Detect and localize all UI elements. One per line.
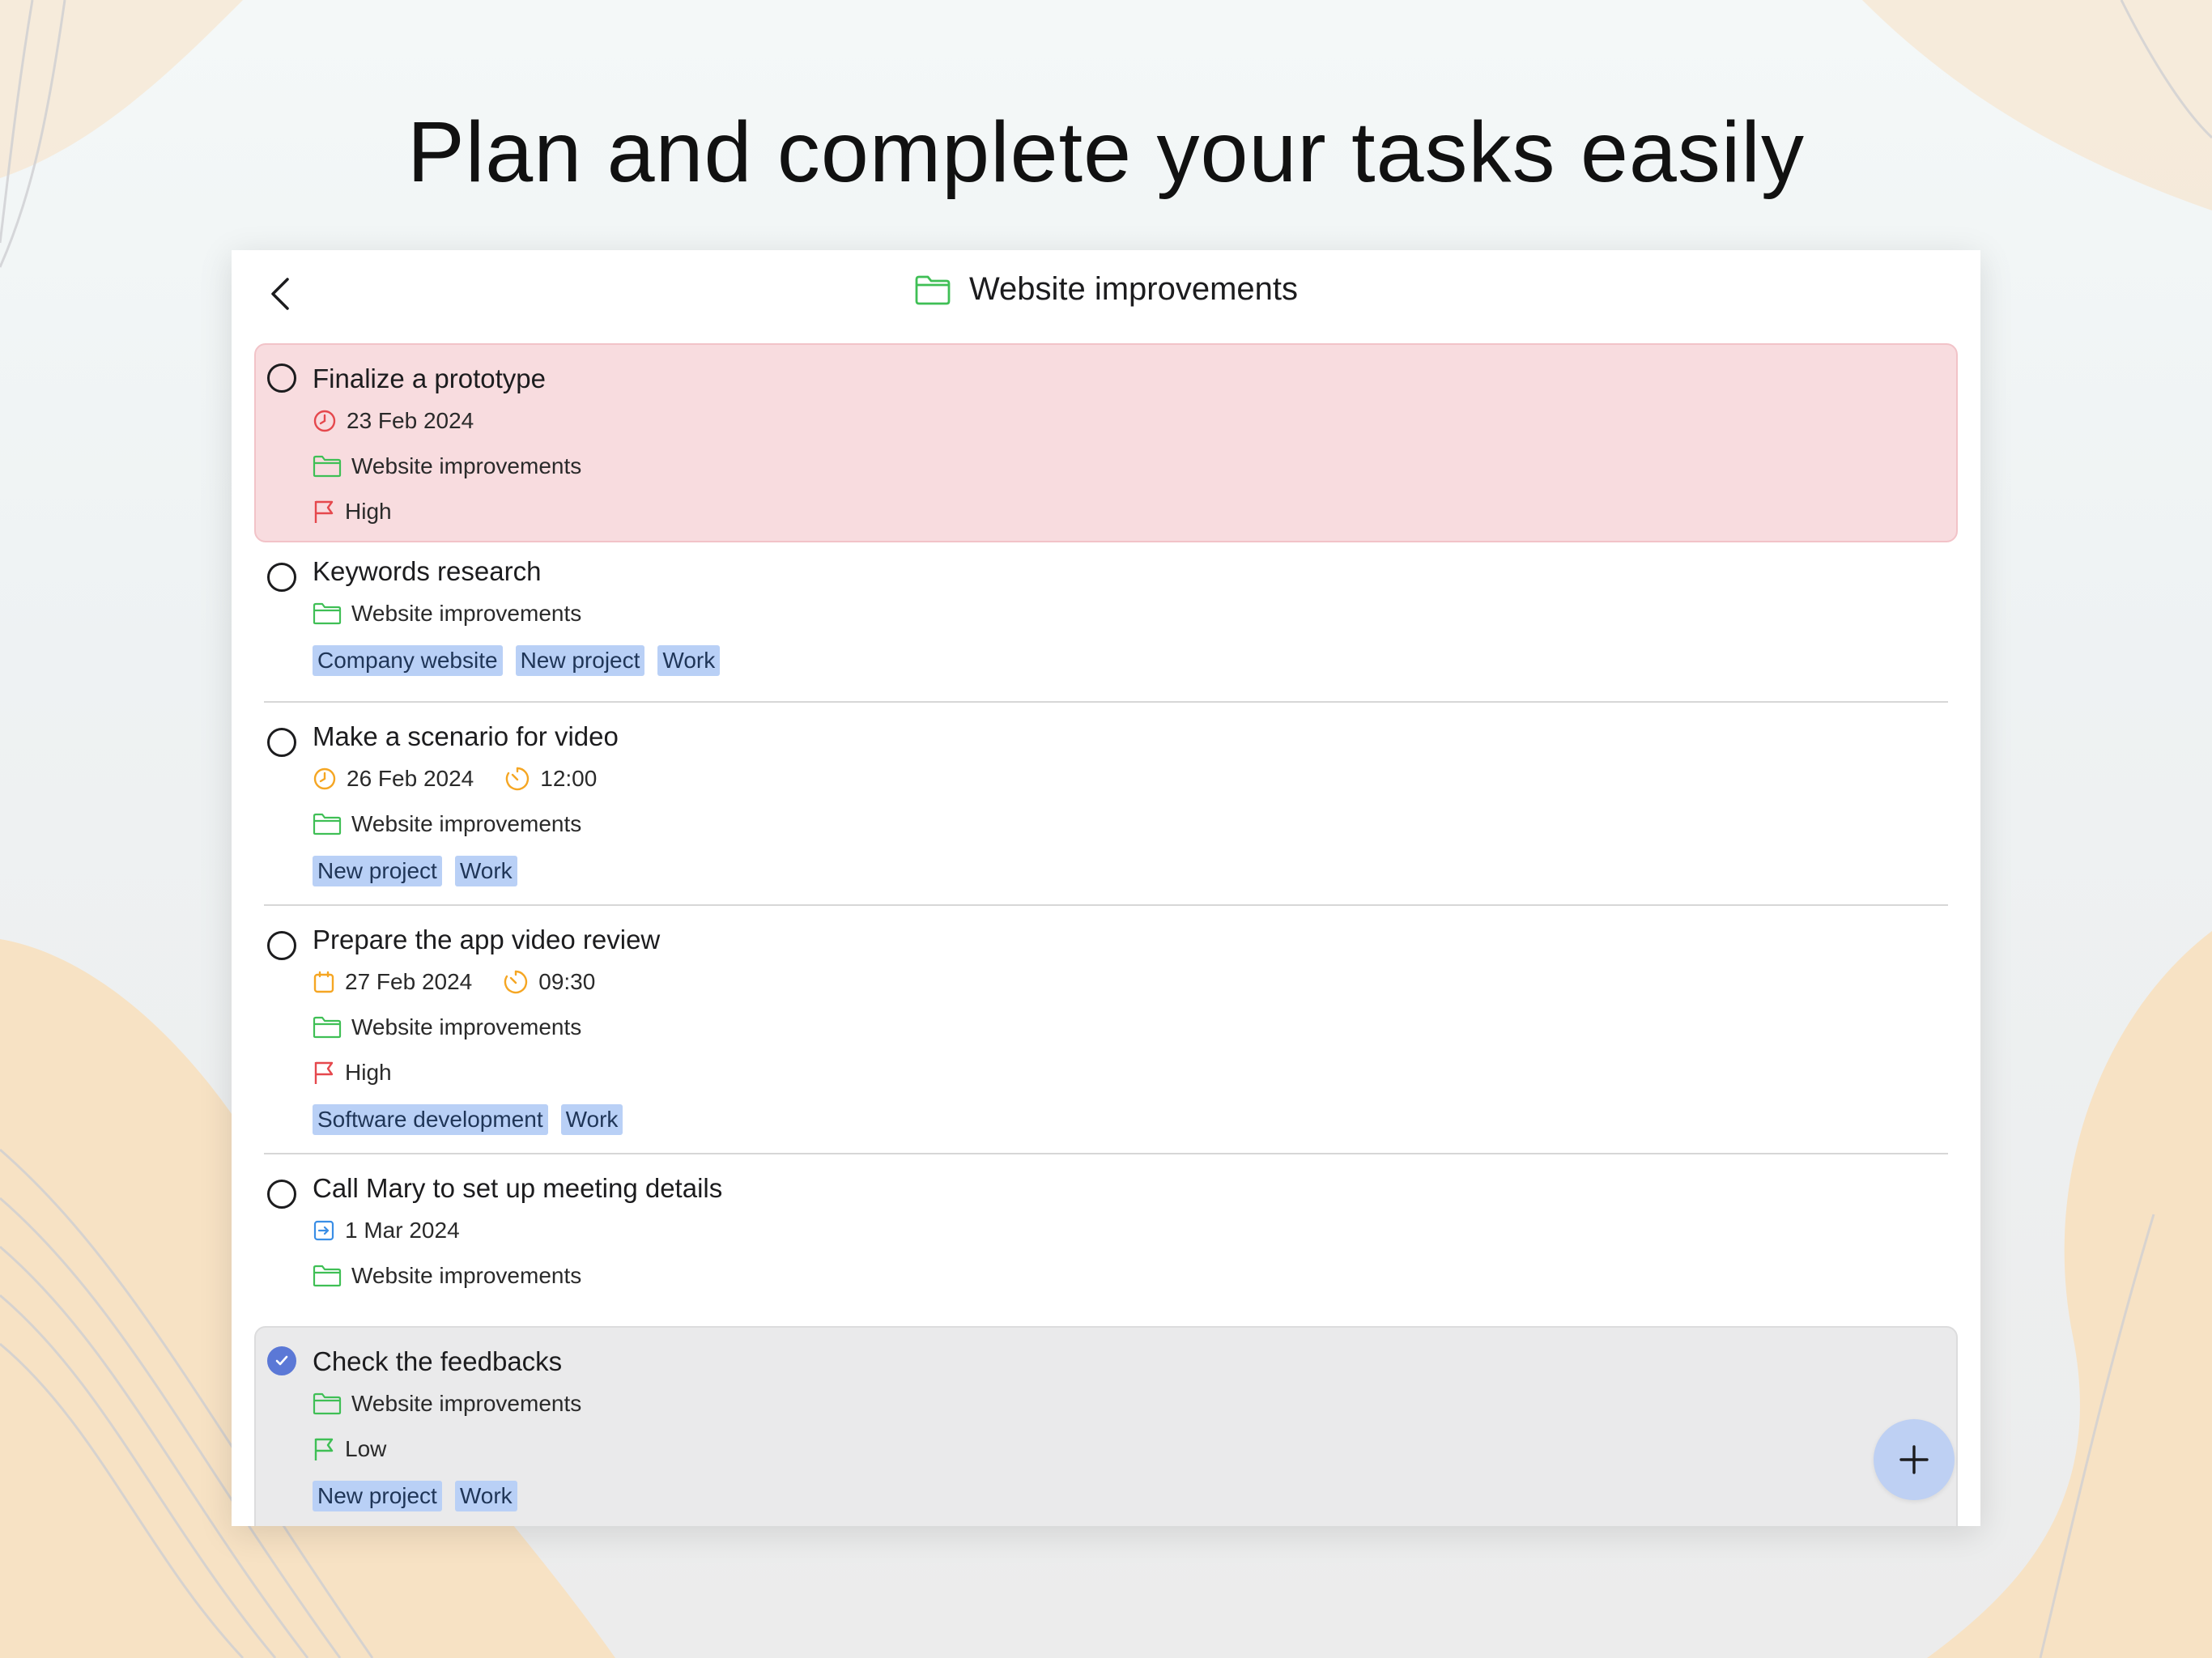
flag-icon	[314, 1438, 334, 1460]
project-label: Website improvements	[313, 811, 581, 837]
project-label: Website improvements	[313, 1263, 581, 1289]
tag[interactable]: New project	[515, 645, 645, 676]
task-title: Call Mary to set up meeting details	[313, 1173, 723, 1203]
task-title: Make a scenario for video	[313, 721, 619, 751]
task-title: Check the feedbacks	[313, 1346, 563, 1376]
timer-icon	[504, 970, 528, 994]
calendar-icon	[313, 971, 334, 993]
arrow-box-icon	[313, 1220, 334, 1241]
flag-icon	[314, 1061, 334, 1084]
task-item[interactable]: Call Mary to set up meeting details 1 Ma…	[254, 1154, 1958, 1326]
clock-icon	[313, 767, 336, 790]
project-label: Website improvements	[313, 1014, 581, 1040]
task-item[interactable]: Make a scenario for video 26 Feb 2024 12…	[254, 703, 1958, 904]
task-item[interactable]: Finalize a prototype 23 Feb 2024 Website…	[254, 343, 1958, 542]
tag[interactable]: Software development	[313, 1104, 548, 1135]
tag[interactable]: Work	[454, 1481, 517, 1511]
folder-icon	[313, 1265, 342, 1287]
page-title: Website improvements	[968, 271, 1299, 307]
task-checkbox[interactable]	[267, 728, 296, 757]
task-title: Prepare the app video review	[313, 925, 661, 954]
folder-icon	[313, 455, 342, 478]
tag-list: Software development Work	[313, 1095, 1958, 1144]
task-checkbox[interactable]	[267, 363, 296, 393]
task-title: Finalize a prototype	[313, 363, 546, 393]
folder-icon	[313, 1016, 342, 1039]
task-checkbox[interactable]	[267, 931, 296, 960]
due-date: 1 Mar 2024	[313, 1218, 460, 1244]
folder-icon	[915, 275, 951, 304]
project-window: Website improvements Finalize a prototyp…	[232, 250, 1980, 1526]
priority-label: High	[313, 499, 392, 525]
folder-icon	[313, 602, 342, 625]
project-label: Website improvements	[313, 601, 581, 627]
task-checkbox[interactable]	[267, 563, 296, 592]
tag-list: New project Work	[313, 1472, 1956, 1520]
tag[interactable]: Company website	[313, 645, 503, 676]
tag[interactable]: Work	[454, 856, 517, 886]
folder-icon	[313, 813, 342, 835]
project-label: Website improvements	[313, 453, 581, 479]
tag-list: Company website New project Work	[313, 636, 1958, 685]
reminder-time: 09:30	[503, 969, 595, 995]
flag-icon	[314, 500, 334, 523]
headline: Plan and complete your tasks easily	[407, 104, 1805, 200]
task-list: Finalize a prototype 23 Feb 2024 Website…	[254, 343, 1958, 1526]
task-checkbox-checked[interactable]	[267, 1346, 296, 1375]
folder-icon	[313, 1392, 342, 1415]
priority-label: High	[313, 1060, 392, 1086]
task-item[interactable]: Keywords research Website improvements C…	[254, 542, 1958, 701]
tag-list: New project Work	[313, 847, 1958, 895]
plus-icon	[1899, 1445, 1929, 1474]
task-checkbox[interactable]	[267, 1180, 296, 1209]
reminder-time: 12:00	[504, 766, 597, 792]
task-item[interactable]: Prepare the app video review 27 Feb 2024…	[254, 906, 1958, 1153]
task-item-completed[interactable]: Check the feedbacks Website improvements…	[254, 1326, 1958, 1526]
tag[interactable]: Work	[560, 1104, 623, 1135]
project-label: Website improvements	[313, 1391, 581, 1417]
due-date: 26 Feb 2024	[313, 766, 474, 792]
add-task-button[interactable]	[1874, 1419, 1955, 1500]
priority-label: Low	[313, 1436, 386, 1462]
clock-icon	[313, 410, 336, 432]
due-date: 23 Feb 2024	[313, 408, 474, 434]
timer-icon	[506, 767, 530, 791]
header-bar: Website improvements	[232, 250, 1980, 336]
tag[interactable]: Work	[657, 645, 721, 676]
task-title: Keywords research	[313, 556, 542, 586]
tag[interactable]: New project	[313, 1481, 442, 1511]
checkmark-icon	[275, 1355, 288, 1366]
tag[interactable]: New project	[313, 856, 442, 886]
due-date: 27 Feb 2024	[313, 969, 472, 995]
